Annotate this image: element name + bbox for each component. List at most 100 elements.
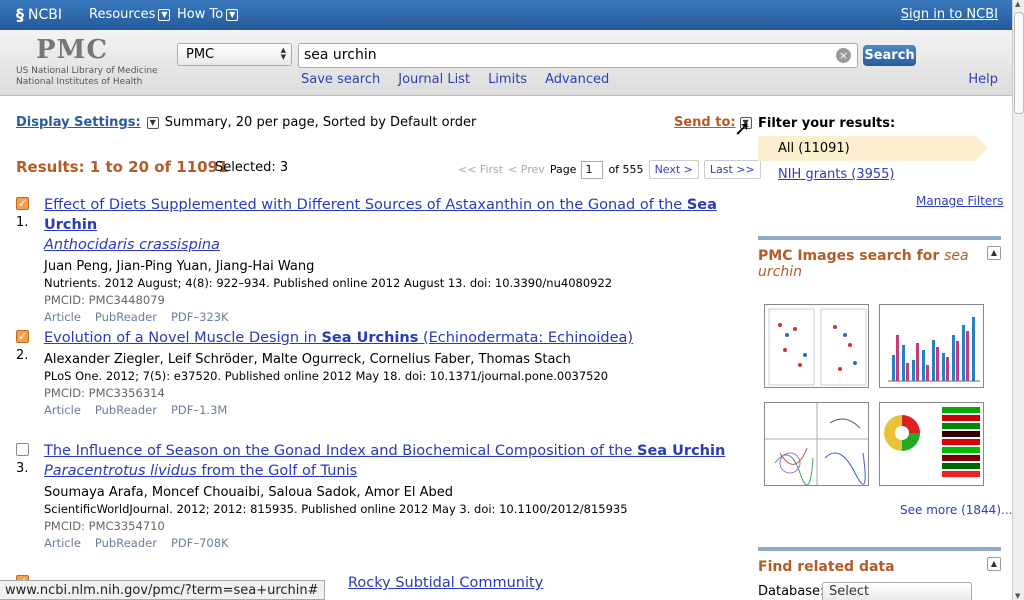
mouse-cursor-icon: ➚: [734, 116, 751, 140]
pagination: << First < Prev Page 1 of 555 Next > Las…: [458, 160, 761, 179]
top-nav-bar: § NCBI Resources ▼ How To ▼ Sign in to N…: [0, 0, 1012, 30]
result-checkbox[interactable]: ✓: [16, 197, 29, 210]
save-search-link[interactable]: Save search: [301, 72, 380, 87]
title-text: Effect of Diets Supplemented with Differ…: [44, 197, 687, 213]
result-number: 3.: [16, 461, 29, 476]
resources-label: Resources: [89, 7, 156, 22]
limits-link[interactable]: Limits: [488, 72, 527, 87]
pubreader-link[interactable]: PubReader: [95, 309, 157, 326]
result-authors: Juan Peng, Jian-Ping Yuan, Jiang-Hai Wan…: [44, 259, 315, 274]
result-checkbox[interactable]: [16, 443, 29, 456]
result-item: ✓ 2. Evolution of a Novel Muscle Design …: [16, 328, 744, 419]
pdf-link[interactable]: PDF–1.3M: [171, 402, 227, 419]
title-text-end: from the Golf of Tunis: [196, 463, 358, 479]
result-number: 2.: [16, 348, 29, 363]
filter-heading: Filter your results:: [758, 116, 896, 131]
select-arrows-icon: ▲ ▼: [280, 46, 286, 61]
results-count: Results: 1 to 20 of 11091: [16, 158, 229, 176]
nlm-line-1: US National Library of Medicine: [16, 66, 158, 76]
filter-all[interactable]: All (11091): [758, 136, 988, 161]
selected-count: Selected: 3: [215, 160, 289, 175]
title-italic: Anthocidaris crassispina: [44, 237, 220, 253]
display-settings-value: Summary, 20 per page, Sorted by Default …: [164, 115, 477, 130]
last-page-button[interactable]: Last >>: [703, 160, 761, 179]
related-database-select[interactable]: Select: [822, 582, 972, 600]
ncbi-logo[interactable]: § NCBI: [16, 5, 62, 24]
image-thumbnail[interactable]: [879, 402, 984, 486]
manage-filters-link[interactable]: Manage Filters: [916, 194, 1003, 208]
journal-list-link[interactable]: Journal List: [398, 72, 470, 87]
pmc-logo[interactable]: PMC: [36, 35, 108, 65]
pubreader-link[interactable]: PubReader: [95, 402, 157, 419]
database-select-value: PMC: [186, 47, 215, 62]
title-text: Evolution of a Novel Muscle Design in: [44, 330, 322, 346]
pdf-link[interactable]: PDF–708K: [171, 535, 229, 552]
scroll-down-icon[interactable]: ▼: [1015, 592, 1020, 600]
search-header: PMC US National Library of Medicine Nati…: [0, 30, 1012, 96]
see-more-link[interactable]: See more (1844)...: [900, 503, 1012, 517]
result-title-link[interactable]: The Influence of Season on the Gonad Ind…: [44, 441, 744, 481]
result-links: Article PubReader PDF–708K: [44, 535, 744, 552]
result-checkbox[interactable]: ✓: [16, 330, 29, 343]
result-item: 3. The Influence of Season on the Gonad …: [16, 441, 744, 552]
article-link[interactable]: Article: [44, 309, 81, 326]
filter-nih-grants[interactable]: NIH grants (3955): [778, 167, 895, 182]
search-input[interactable]: sea urchin ×: [298, 43, 858, 68]
result-title-link[interactable]: Effect of Diets Supplemented with Differ…: [44, 195, 744, 255]
article-link[interactable]: Article: [44, 402, 81, 419]
chevron-down-icon: ▼: [226, 8, 239, 21]
prev-page-link: < Prev: [508, 163, 545, 176]
nlm-caption: US National Library of Medicine National…: [16, 66, 158, 88]
result-pmcid: PMCID: PMC3448079: [44, 293, 165, 307]
next-page-button[interactable]: Next >: [648, 160, 699, 179]
first-page-link: << First: [458, 163, 504, 176]
result-authors: Soumaya Arafa, Moncef Chouaibi, Saloua S…: [44, 485, 454, 500]
result-title-link[interactable]: Evolution of a Novel Muscle Design in Se…: [44, 328, 744, 348]
nlm-line-2: National Institutes of Health: [16, 77, 143, 87]
result-citation: ScientificWorldJournal. 2012; 2012: 8159…: [44, 502, 628, 516]
howto-menu[interactable]: How To ▼: [177, 7, 239, 22]
image-thumbnail[interactable]: [764, 402, 869, 486]
result-citation: Nutrients. 2012 August; 4(8): 922–934. P…: [44, 276, 613, 290]
advanced-link[interactable]: Advanced: [545, 72, 609, 87]
title-highlight: Sea Urchin: [637, 443, 726, 459]
help-link[interactable]: Help: [968, 72, 998, 87]
resources-menu[interactable]: Resources ▼: [89, 7, 171, 22]
image-thumbnail[interactable]: [879, 304, 984, 388]
collapse-icon[interactable]: ▲: [987, 557, 1001, 571]
scroll-up-icon[interactable]: ▲: [1015, 0, 1020, 8]
title-italic: Paracentrotus lividus: [44, 463, 197, 479]
display-settings-link[interactable]: Display Settings:: [16, 115, 141, 130]
page-label: Page: [549, 163, 577, 176]
collapse-icon[interactable]: ▲: [987, 246, 1001, 260]
result-links: Article PubReader PDF–1.3M: [44, 402, 744, 419]
vertical-scrollbar[interactable]: ▲ ▼: [1012, 0, 1024, 600]
result-item: ✓ 1. Effect of Diets Supplemented with D…: [16, 195, 744, 326]
ncbi-helix-icon: §: [16, 5, 24, 24]
search-button[interactable]: Search: [863, 45, 916, 66]
search-input-value: sea urchin: [304, 47, 377, 63]
clear-icon[interactable]: ×: [836, 48, 851, 63]
send-to-label: Send to:: [674, 115, 736, 130]
howto-label: How To: [177, 7, 224, 22]
scrollbar-thumb[interactable]: [1014, 12, 1024, 114]
display-settings: Display Settings: ▼ Summary, 20 per page…: [16, 115, 476, 130]
figure-thumbnail-graphic: [768, 308, 867, 386]
database-select[interactable]: PMC ▲ ▼: [177, 43, 292, 66]
page-total: of 555: [608, 163, 644, 176]
title-text-end: (Echinodermata: Echinoidea): [418, 330, 634, 346]
chevron-down-icon: ▼: [158, 8, 171, 21]
pdf-link[interactable]: PDF–323K: [171, 309, 229, 326]
page-number-input[interactable]: 1: [581, 160, 604, 179]
result-number: 1.: [16, 215, 29, 230]
result-title-link[interactable]: Rocky Subtidal Community: [348, 573, 744, 593]
article-link[interactable]: Article: [44, 535, 81, 552]
sign-in-link[interactable]: Sign in to NCBI: [901, 7, 998, 22]
title-highlight: Sea Urchins: [321, 330, 419, 346]
pubreader-link[interactable]: PubReader: [95, 535, 157, 552]
bar-chart-thumbnail-graphic: [888, 317, 980, 382]
images-title-text: PMC Images search for: [758, 248, 945, 264]
ncbi-logo-text: NCBI: [28, 6, 62, 23]
chevron-down-icon[interactable]: ▼: [146, 116, 159, 129]
image-thumbnail[interactable]: [764, 304, 869, 388]
